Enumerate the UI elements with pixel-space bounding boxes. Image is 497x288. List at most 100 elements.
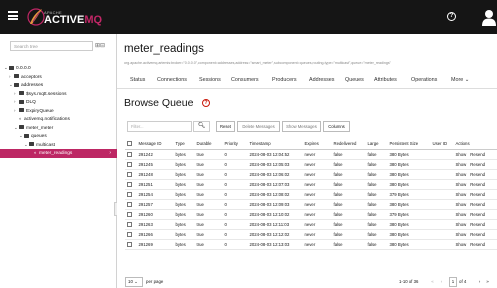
show-message-link[interactable]: Show — [456, 182, 467, 187]
checkbox-icon[interactable] — [126, 161, 132, 167]
row-checkbox[interactable] — [125, 179, 137, 190]
resend-message-link[interactable]: Resend — [470, 202, 485, 207]
table-row[interactable]: 291251 bytes true 0 2024-08-03 12:07:03 never… — [125, 179, 497, 190]
cell-id[interactable]: 291260 — [137, 209, 174, 220]
checkbox-icon[interactable] — [126, 151, 132, 157]
filter-input[interactable]: Filter... — [127, 121, 192, 132]
column-header[interactable]: Persistent Size — [388, 139, 431, 150]
cell-id[interactable]: 291251 — [137, 179, 174, 190]
first-page-button[interactable]: « — [429, 277, 436, 287]
column-header[interactable]: Durable — [195, 139, 223, 150]
table-row[interactable]: 291242 bytes true 0 2024-08-03 12:04:52 never… — [125, 149, 497, 160]
tab-consumers[interactable]: Consumers — [231, 74, 259, 87]
table-row[interactable]: 291269 bytes true 0 2024-08-03 12:13:03 never… — [125, 239, 497, 250]
tree-node[interactable]: › $sys.mqtt.sessions — [0, 90, 117, 99]
tab-attributes[interactable]: Attributes — [374, 74, 397, 87]
checkbox-icon[interactable] — [126, 201, 132, 207]
tab-sessions[interactable]: Sessions — [199, 74, 221, 87]
row-checkbox[interactable] — [125, 239, 137, 250]
show-message-link[interactable]: Show — [456, 192, 467, 197]
select-all-checkbox[interactable] — [125, 139, 137, 150]
checkbox-icon[interactable] — [126, 141, 132, 147]
cell-id[interactable]: 291245 — [137, 159, 174, 170]
user-avatar-icon[interactable] — [482, 8, 496, 26]
table-row[interactable]: 291263 bytes true 0 2024-08-03 12:11:03 never… — [125, 219, 497, 230]
resend-message-link[interactable]: Resend — [470, 212, 485, 217]
tab-more[interactable]: More ⌄ — [451, 74, 469, 87]
tree-node[interactable]: ◐ meter_readings › — [0, 149, 117, 158]
checkbox-icon[interactable] — [126, 171, 132, 177]
column-header[interactable]: Actions — [454, 139, 497, 150]
cell-id[interactable]: 291248 — [137, 169, 174, 180]
show-message-link[interactable]: Show — [456, 172, 467, 177]
checkbox-icon[interactable] — [126, 211, 132, 217]
question-circle-icon[interactable]: ? — [447, 12, 456, 21]
table-row[interactable]: 291248 bytes true 0 2024-08-03 12:06:02 never… — [125, 169, 497, 180]
show-messages-button[interactable]: Show Messages — [282, 121, 321, 132]
tree-node[interactable]: ⌄ 0.0.0.0 — [0, 64, 117, 73]
column-header[interactable]: Timestamp — [248, 139, 303, 150]
per-page-select[interactable]: 10 ⌄ — [125, 277, 143, 287]
tree-node[interactable]: › ExpiryQueue — [0, 107, 117, 116]
show-message-link[interactable]: Show — [456, 202, 467, 207]
tab-addresses[interactable]: Addresses — [309, 74, 334, 87]
checkbox-icon[interactable] — [126, 221, 132, 227]
row-checkbox[interactable] — [125, 229, 137, 240]
cell-id[interactable]: 291254 — [137, 189, 174, 200]
resend-message-link[interactable]: Resend — [470, 162, 485, 167]
tree-node[interactable]: › acceptors — [0, 73, 117, 82]
checkbox-icon[interactable] — [126, 181, 132, 187]
resend-message-link[interactable]: Resend — [470, 182, 485, 187]
resend-message-link[interactable]: Resend — [470, 222, 485, 227]
tab-connections[interactable]: Connections — [157, 74, 187, 87]
checkbox-icon[interactable] — [126, 231, 132, 237]
row-checkbox[interactable] — [125, 149, 137, 160]
delete-messages-button[interactable]: Delete Messages — [237, 121, 280, 132]
cell-id[interactable]: 291257 — [137, 199, 174, 210]
tree-node[interactable]: ⌄ queues — [0, 132, 117, 141]
help-circle-icon[interactable]: ? — [202, 99, 210, 107]
activemq-logo[interactable]: APACHE ACTIVEMQ — [26, 4, 102, 30]
tab-producers[interactable]: Producers — [272, 74, 297, 87]
show-message-link[interactable]: Show — [456, 232, 467, 237]
show-message-link[interactable]: Show — [456, 242, 467, 247]
column-header[interactable]: Redelivered — [332, 139, 366, 150]
cell-id[interactable]: 291266 — [137, 229, 174, 240]
tree-node[interactable]: ⌄ addresses — [0, 81, 117, 90]
column-header[interactable]: User ID — [431, 139, 454, 150]
resend-message-link[interactable]: Resend — [470, 192, 485, 197]
tree-search-input[interactable]: Search tree — [10, 41, 93, 51]
column-header[interactable]: Priority — [223, 139, 248, 150]
tab-status[interactable]: Status — [130, 74, 145, 87]
column-header[interactable]: Large — [366, 139, 388, 150]
row-checkbox[interactable] — [125, 189, 137, 200]
expand-collapse-all-icon[interactable]: ⊞⊟ — [95, 42, 105, 49]
show-message-link[interactable]: Show — [456, 222, 467, 227]
tree-node[interactable]: ◐ activemq.notifications — [0, 115, 117, 124]
show-message-link[interactable]: Show — [456, 152, 467, 157]
table-row[interactable]: 291266 bytes true 0 2024-08-03 12:12:02 never… — [125, 229, 497, 240]
checkbox-icon[interactable] — [126, 191, 132, 197]
column-header[interactable]: Message ID — [137, 139, 174, 150]
column-header[interactable]: Type — [174, 139, 195, 150]
resend-message-link[interactable]: Resend — [470, 242, 485, 247]
reset-button[interactable]: Reset — [216, 121, 235, 132]
cell-id[interactable]: 291269 — [137, 239, 174, 250]
show-message-link[interactable]: Show — [456, 162, 467, 167]
show-message-link[interactable]: Show — [456, 212, 467, 217]
tab-queues[interactable]: Queues — [345, 74, 364, 87]
tree-node[interactable]: ⌄ meter_meter — [0, 124, 117, 133]
cell-id[interactable]: 291242 — [137, 149, 174, 160]
prev-page-button[interactable]: ‹ — [438, 277, 445, 287]
hamburger-menu-icon[interactable] — [8, 11, 18, 20]
table-row[interactable]: 291245 bytes true 0 2024-08-03 12:05:03 never… — [125, 159, 497, 170]
row-checkbox[interactable] — [125, 219, 137, 230]
page-number-input[interactable]: 1 — [449, 277, 457, 287]
row-checkbox[interactable] — [125, 159, 137, 170]
next-page-button[interactable]: › — [476, 277, 483, 287]
column-header[interactable]: Expires — [303, 139, 332, 150]
resend-message-link[interactable]: Resend — [470, 232, 485, 237]
row-checkbox[interactable] — [125, 199, 137, 210]
last-page-button[interactable]: » — [484, 277, 491, 287]
tab-operations[interactable]: Operations — [411, 74, 437, 87]
